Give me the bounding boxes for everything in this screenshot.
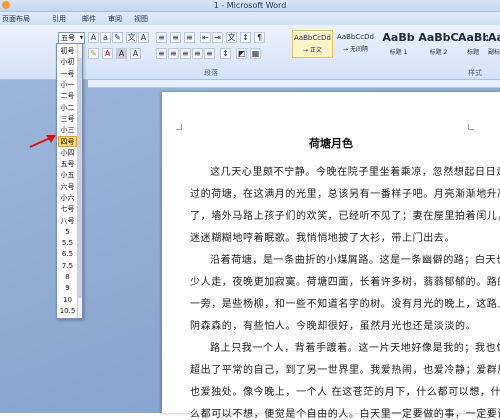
style-subtitle[interactable]: AaBbC 副标题 bbox=[488, 30, 500, 58]
grow-font-icon[interactable]: A bbox=[88, 32, 99, 43]
horizontal-ruler[interactable] bbox=[88, 80, 500, 88]
font-color-icon[interactable]: A bbox=[102, 48, 113, 59]
style-name: 标题 bbox=[466, 49, 479, 56]
font-size-option[interactable]: 10 bbox=[58, 295, 77, 306]
font-size-option[interactable]: 初号 bbox=[58, 46, 77, 57]
doc-line: 了，墙外马路上孩子们的欢笑，已经听不见了；妻在屋里拍着闰儿， bbox=[190, 211, 500, 222]
font-size-option[interactable]: 六号 bbox=[58, 182, 77, 193]
style-sample: AaBbC bbox=[458, 31, 488, 44]
dropdown-scrollbar[interactable] bbox=[77, 44, 82, 318]
show-marks-icon[interactable]: ¶ bbox=[254, 32, 265, 43]
font-size-option[interactable]: 8 bbox=[58, 272, 77, 283]
tab-references[interactable]: 引用 bbox=[52, 14, 66, 24]
font-size-option[interactable]: 小初 bbox=[58, 57, 77, 68]
font-size-option[interactable]: 10.5 bbox=[58, 306, 77, 317]
group-label-styles: 样式 bbox=[468, 69, 482, 77]
tab-view[interactable]: 视图 bbox=[134, 14, 148, 24]
borders-icon[interactable]: ▦ bbox=[250, 48, 261, 59]
title-bar: 1 - Microsoft Word bbox=[0, 0, 500, 12]
font-size-option[interactable]: 5.5 bbox=[58, 238, 77, 249]
font-size-option[interactable]: 七号 bbox=[58, 204, 77, 215]
highlight-color-icon[interactable]: ✎ bbox=[88, 48, 99, 59]
font-size-option[interactable]: 小三 bbox=[58, 125, 77, 136]
line-spacing-icon[interactable]: ↕ bbox=[220, 48, 231, 59]
document-page[interactable]: 荷塘月色 这几天心里颇不宁静。今晚在院子里坐着乘凉，忽然想起日日走 过的荷塘，在… bbox=[162, 92, 500, 420]
style-heading-2[interactable]: AaBbC 标题 2 bbox=[418, 30, 459, 58]
shading-icon[interactable]: ◩ bbox=[236, 48, 247, 59]
doc-line: 路上只我一个人，背着手踱着。这一片天地好像是我的；我也像 bbox=[210, 343, 500, 354]
style-no-spacing[interactable]: AaBbCcDd → 无间隔 bbox=[335, 30, 376, 58]
style-sample: AaBbC bbox=[488, 31, 500, 44]
doc-line: 一旁，是些杨柳，和一些不知道名字的树。没有月光的晚上，这路上 bbox=[190, 299, 500, 310]
style-name: 标题 2 bbox=[429, 49, 448, 56]
decrease-indent-icon[interactable]: ⇤ bbox=[200, 32, 211, 43]
multilevel-list-icon[interactable]: ≡ bbox=[184, 32, 195, 43]
style-sample: AaBbCcDd bbox=[337, 33, 374, 41]
font-size-option[interactable]: 八号 bbox=[58, 216, 77, 227]
char-border-icon[interactable]: A bbox=[130, 48, 141, 59]
increase-indent-icon[interactable]: ⇥ bbox=[212, 32, 223, 43]
margin-mark-top-left bbox=[176, 124, 182, 130]
distribute-icon[interactable]: ≡ bbox=[204, 48, 215, 59]
doc-line: 少人走，夜晚更加寂寞。荷塘四面，长着许多树，蓊蓊郁郁的。路的 bbox=[190, 277, 500, 288]
font-size-dropdown[interactable]: 初号 小初 一号 小一 二号 小二 三号 小三 四号 小四 五号 小五 六号 小六 七号 八号 5 5.5 6.5 7… bbox=[56, 43, 83, 319]
font-size-option[interactable]: 二号 bbox=[58, 91, 77, 102]
shrink-font-icon[interactable]: a bbox=[100, 32, 111, 43]
font-size-option[interactable]: 四号 bbox=[58, 136, 77, 148]
style-name: 副标题 bbox=[488, 49, 500, 56]
numbering-icon[interactable]: ≡ bbox=[170, 32, 181, 43]
char-shading-icon[interactable]: A bbox=[116, 48, 127, 59]
style-sample: AaBb bbox=[382, 31, 415, 44]
style-name: → 正文 bbox=[303, 47, 322, 54]
margin-mark-top-right bbox=[468, 124, 474, 130]
style-title[interactable]: AaBbC 标题 bbox=[458, 30, 488, 58]
doc-line: 阴森森的，有些怕人。今晚却很好，虽然月光也还是淡淡的。 bbox=[190, 321, 477, 332]
sort-icon[interactable]: ↕ bbox=[240, 32, 251, 43]
doc-line: 超出了平常的自己，到了另一世界里。我爱热闹，也爱冷静；爱群居， bbox=[190, 365, 500, 376]
font-size-option[interactable]: 6.5 bbox=[58, 249, 77, 260]
chevron-down-icon[interactable]: ▾ bbox=[80, 33, 83, 43]
font-size-option[interactable]: 9 bbox=[58, 283, 77, 294]
tab-page-layout[interactable]: 页面布局 bbox=[2, 14, 30, 24]
doc-line: 也爱独处。像今晚上，一个人 在这苍茫的月下，什么都可以想，什 bbox=[190, 387, 500, 398]
scrollbar-thumb[interactable] bbox=[78, 58, 82, 298]
document-title: 荷塘月色 bbox=[309, 137, 353, 150]
font-size-option[interactable]: 小二 bbox=[58, 103, 77, 114]
phonetic-icon[interactable]: 文 bbox=[126, 32, 137, 43]
font-size-option[interactable]: 五号 bbox=[58, 159, 77, 170]
style-normal[interactable]: AaBbCcDd → 正文 bbox=[292, 30, 333, 58]
font-size-option[interactable]: 小六 bbox=[58, 193, 77, 204]
style-sample: AaBbC bbox=[418, 31, 459, 44]
window-title: 1 - Microsoft Word bbox=[213, 1, 287, 10]
style-sample: AaBbCcDd bbox=[294, 34, 331, 42]
group-label-paragraph: 段落 bbox=[204, 69, 218, 77]
font-size-option[interactable]: 小一 bbox=[58, 80, 77, 91]
font-size-option[interactable]: 一号 bbox=[58, 69, 77, 80]
font-size-option[interactable]: 小五 bbox=[58, 170, 77, 181]
tab-review[interactable]: 审阅 bbox=[108, 14, 122, 24]
chinese-layout-icon[interactable]: 文 bbox=[226, 32, 237, 43]
align-right-icon[interactable]: ≡ bbox=[180, 48, 191, 59]
style-name: → 无间隔 bbox=[343, 46, 368, 53]
align-center-icon[interactable]: ≡ bbox=[168, 48, 179, 59]
style-heading-1[interactable]: AaBb 标题 1 bbox=[378, 30, 419, 58]
justify-icon[interactable]: ≡ bbox=[192, 48, 203, 59]
doc-line: 迷迷糊糊地哼着眠歌。我悄悄地披了大衫，带上门出去。 bbox=[190, 233, 455, 244]
ribbon-tabs: 页面布局 引用 邮件 审阅 视图 bbox=[0, 12, 500, 25]
font-size-option[interactable]: 三号 bbox=[58, 114, 77, 125]
red-arrow-annotation bbox=[29, 135, 56, 148]
font-size-option[interactable]: 7.5 bbox=[58, 261, 77, 272]
align-left-icon[interactable]: ≡ bbox=[156, 48, 167, 59]
doc-line: 这几天心里颇不宁静。今晚在院子里坐着乘凉，忽然想起日日走 bbox=[210, 167, 500, 178]
doc-line: 过的荷塘，在这满月的光里，总该另有一番样子吧。月亮渐渐地升高 bbox=[190, 189, 500, 200]
font-size-option[interactable]: 小四 bbox=[58, 148, 77, 159]
font-size-value: 五号 bbox=[61, 34, 75, 42]
style-name: 标题 1 bbox=[389, 49, 408, 56]
doc-line: 沿着荷塘，是一条曲折的小煤屑路。这是一条幽僻的路；白天也 bbox=[210, 255, 500, 266]
clear-format-icon[interactable]: ✎ bbox=[112, 32, 123, 43]
border-char-icon[interactable]: A bbox=[138, 32, 149, 43]
bullets-icon[interactable]: ≡ bbox=[156, 32, 167, 43]
font-size-option[interactable]: 5 bbox=[58, 227, 77, 238]
tab-mailings[interactable]: 邮件 bbox=[82, 14, 96, 24]
